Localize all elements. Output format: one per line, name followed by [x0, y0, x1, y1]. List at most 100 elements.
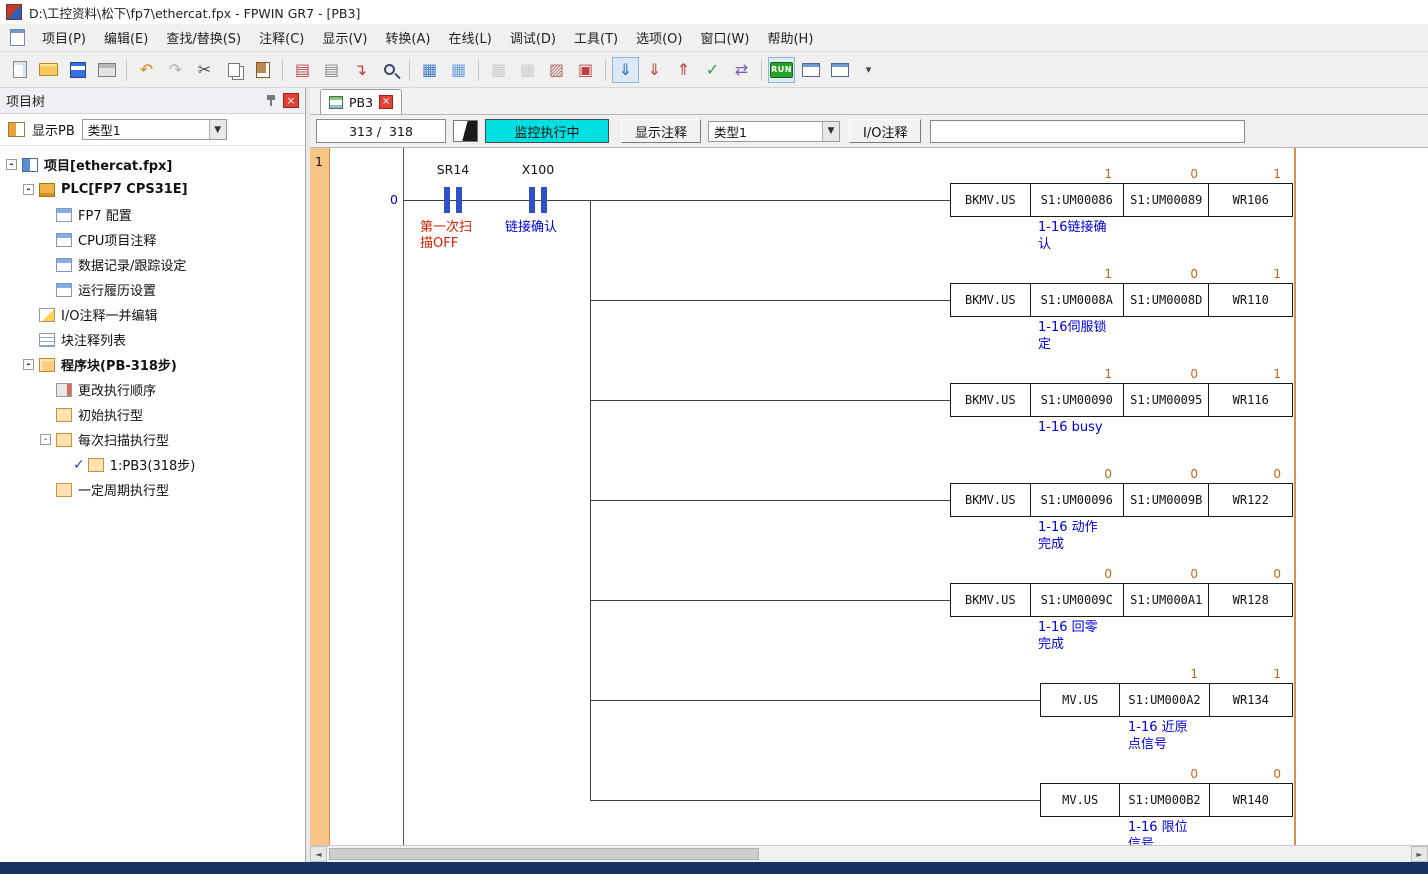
menu-item-3[interactable]: 查找/替换(S) [157, 23, 250, 52]
run-prog-mode-icon[interactable]: RUN [768, 57, 795, 83]
instruction-cell[interactable]: WR134 [1210, 684, 1292, 716]
instruction-block[interactable]: BKMV.USS1:UM0008AS1:UM0008DWR110 [950, 283, 1293, 317]
tree-item-7[interactable]: I/O注释一并编辑 [0, 302, 305, 327]
tree-type-combo[interactable]: 类型1 ▼ [82, 119, 227, 140]
instruction-cell[interactable]: S1:UM00089 [1124, 184, 1210, 216]
instruction-cell[interactable]: BKMV.US [951, 184, 1031, 216]
instruction-cell[interactable]: S1:UM0008D [1124, 284, 1210, 316]
instruction-block[interactable]: MV.USS1:UM000B2WR140 [1040, 783, 1293, 817]
instruction-cell[interactable]: WR128 [1209, 584, 1292, 616]
instruction-cell[interactable]: S1:UM00095 [1124, 384, 1210, 416]
tree-expander[interactable]: - [6, 159, 17, 170]
instruction-block[interactable]: BKMV.USS1:UM0009CS1:UM000A1WR128 [950, 583, 1293, 617]
find-icon[interactable] [376, 57, 403, 83]
instruction-cell[interactable]: WR116 [1209, 384, 1292, 416]
comment-input[interactable] [930, 120, 1245, 143]
instruction-cell[interactable]: S1:UM00090 [1031, 384, 1124, 416]
tree-expander[interactable]: - [23, 184, 34, 195]
print-icon[interactable] [93, 57, 120, 83]
ladder-canvas[interactable]: 10BKMV.USS1:UM00086S1:UM00089WR1061011-1… [310, 148, 1428, 845]
insert-ladder-row-icon[interactable]: ▤ [289, 57, 316, 83]
instruction-cell[interactable]: S1:UM000A1 [1124, 584, 1210, 616]
toolbar-options-icon[interactable]: ▾ [855, 57, 882, 83]
instruction-block[interactable]: BKMV.USS1:UM00086S1:UM00089WR106 [950, 183, 1293, 217]
delete-ladder-row-icon[interactable]: ▤ [318, 57, 345, 83]
panel-close-button[interactable]: × [283, 93, 299, 108]
pin-icon[interactable] [265, 94, 277, 107]
instruction-cell[interactable]: BKMV.US [951, 484, 1031, 516]
menu-item-2[interactable]: 编辑(E) [95, 23, 157, 52]
instruction-cell[interactable]: BKMV.US [951, 384, 1031, 416]
show-comment-button[interactable]: 显示注释 [621, 119, 701, 143]
instruction-block[interactable]: MV.USS1:UM000A2WR134 [1040, 683, 1293, 717]
status-display-icon[interactable]: ▣ [572, 57, 599, 83]
instruction-cell[interactable]: MV.US [1041, 684, 1120, 716]
instruction-block[interactable]: BKMV.USS1:UM00096S1:UM0009BWR122 [950, 483, 1293, 517]
cut-icon[interactable]: ✂ [191, 57, 218, 83]
tab-close-button[interactable]: × [379, 95, 393, 109]
contact-X100[interactable] [529, 187, 535, 213]
instruction-cell[interactable]: WR106 [1209, 184, 1292, 216]
pb-convert-icon[interactable]: ▦ [416, 57, 443, 83]
chevron-down-icon[interactable]: ▼ [822, 122, 839, 141]
tree-item-14[interactable]: 一定周期执行型 [0, 477, 305, 502]
menu-item-9[interactable]: 工具(T) [565, 23, 627, 52]
chevron-down-icon[interactable]: ▼ [209, 120, 226, 139]
instruction-cell[interactable]: S1:UM00086 [1031, 184, 1124, 216]
monitor-window-1-icon[interactable] [797, 57, 824, 83]
menu-item-4[interactable]: 注释(C) [250, 23, 313, 52]
scroll-right-button[interactable]: ► [1411, 846, 1428, 862]
undo-icon[interactable]: ↶ [133, 57, 160, 83]
menu-item-8[interactable]: 调试(D) [501, 23, 565, 52]
comment-type-combo[interactable]: 类型1 ▼ [708, 121, 840, 142]
scroll-thumb[interactable] [329, 848, 759, 860]
contact-X100[interactable] [541, 187, 547, 213]
menu-item-5[interactable]: 显示(V) [313, 23, 376, 52]
save-file-icon[interactable] [64, 57, 91, 83]
instruction-block[interactable]: BKMV.USS1:UM00090S1:UM00095WR116 [950, 383, 1293, 417]
menu-item-6[interactable]: 转换(A) [376, 23, 439, 52]
tree-expander[interactable]: - [23, 359, 34, 370]
show-pb-button[interactable]: 显示PB [32, 120, 75, 139]
online-mode-icon[interactable]: ⇓ [612, 57, 639, 83]
tab-pb3[interactable]: PB3 × [320, 89, 402, 114]
copy-icon[interactable] [220, 57, 247, 83]
contact-SR14[interactable] [456, 187, 462, 213]
menu-item-10[interactable]: 选项(O) [627, 23, 691, 52]
monitor-window-2-icon[interactable] [826, 57, 853, 83]
tree-item-2[interactable]: -PLC[FP7 CPS31E] [0, 177, 305, 202]
new-file-icon[interactable] [6, 57, 33, 83]
redo-icon[interactable]: ↷ [162, 57, 189, 83]
contact-SR14[interactable] [444, 187, 450, 213]
paste-icon[interactable] [249, 57, 276, 83]
menu-item-11[interactable]: 窗口(W) [691, 23, 758, 52]
tree-item-4[interactable]: CPU项目注释 [0, 227, 305, 252]
tree-item-13[interactable]: ✓1:PB3(318步) [0, 452, 305, 477]
menu-item-7[interactable]: 在线(L) [439, 23, 500, 52]
scroll-left-button[interactable]: ◄ [310, 846, 327, 862]
instruction-cell[interactable]: MV.US [1041, 784, 1120, 816]
tree-item-11[interactable]: 初始执行型 [0, 402, 305, 427]
tree-item-3[interactable]: FP7 配置 [0, 202, 305, 227]
monitor-mode-icon[interactable] [453, 120, 478, 142]
scroll-track[interactable] [327, 846, 1411, 862]
cross-reference-icon[interactable]: ⇄ [728, 57, 755, 83]
menu-item-1[interactable]: 项目(P) [33, 23, 95, 52]
child-window-icon[interactable] [10, 29, 25, 46]
tree-expander[interactable]: - [40, 434, 51, 445]
instruction-cell[interactable]: WR140 [1210, 784, 1292, 816]
tree-item-10[interactable]: 更改执行顺序 [0, 377, 305, 402]
open-file-icon[interactable] [35, 57, 62, 83]
sampling-trace-icon[interactable]: ▨ [543, 57, 570, 83]
tree-item-5[interactable]: 数据记录/跟踪设定 [0, 252, 305, 277]
instruction-cell[interactable]: S1:UM0008A [1031, 284, 1124, 316]
instruction-cell[interactable]: S1:UM000A2 [1120, 684, 1209, 716]
horizontal-scrollbar[interactable]: ◄ ► [310, 845, 1428, 862]
monitor-status-badge[interactable]: 监控执行中 [485, 119, 609, 143]
download-to-plc-icon[interactable]: ⇓ [641, 57, 668, 83]
io-comment-button[interactable]: I/O注释 [849, 119, 921, 143]
instruction-cell[interactable]: WR122 [1209, 484, 1292, 516]
instruction-cell[interactable]: BKMV.US [951, 584, 1031, 616]
pb-convert-all-icon[interactable]: ▦ [445, 57, 472, 83]
tree-item-1[interactable]: -项目[ethercat.fpx] [0, 152, 305, 177]
